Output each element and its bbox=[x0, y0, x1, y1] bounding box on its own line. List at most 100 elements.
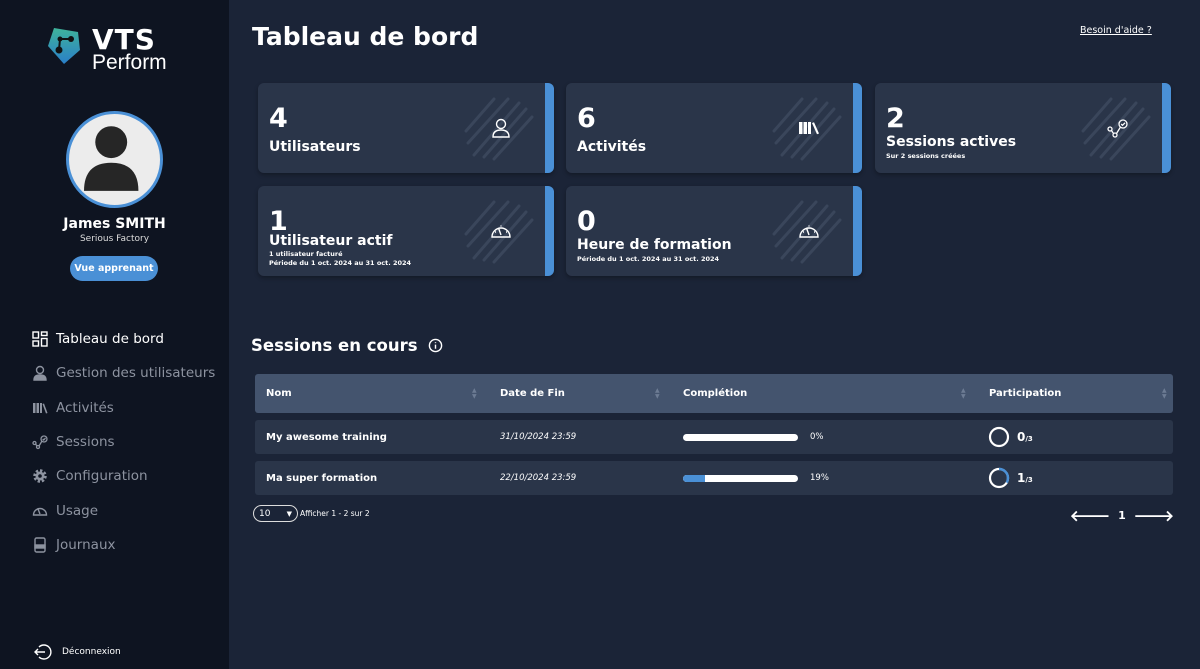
logout-label: Déconnexion bbox=[62, 647, 121, 657]
gauge-icon bbox=[491, 225, 511, 238]
sidebar-item-users[interactable]: Gestion des utilisateurs bbox=[32, 356, 215, 390]
page-title: Tableau de bord bbox=[252, 22, 479, 51]
table-header: Nom ▲ ▼ Date de Fin ▲ ▼ Complétion ▲ ▼ Part… bbox=[255, 374, 1173, 413]
showing-count: Afficher 1 - 2 sur 2 bbox=[300, 509, 370, 518]
participation-count: 0/3 bbox=[1017, 430, 1033, 444]
completion-percent: 0% bbox=[810, 432, 824, 442]
sessions-table: Nom ▲ ▼ Date de Fin ▲ ▼ Complétion ▲ ▼ Part… bbox=[255, 374, 1173, 495]
column-header-end-date[interactable]: Date de Fin bbox=[500, 374, 565, 413]
stat-label: Utilisateur actif bbox=[269, 233, 393, 249]
sidebar-item-label: Usage bbox=[56, 502, 99, 519]
sort-icon[interactable]: ▲ ▼ bbox=[472, 388, 478, 400]
learner-view-button[interactable]: Vue apprenant bbox=[70, 256, 158, 281]
dashboard-icon bbox=[32, 331, 48, 347]
stat-label: Heure de formation bbox=[577, 237, 732, 253]
sidebar-item-label: Gestion des utilisateurs bbox=[56, 365, 216, 382]
column-header-name[interactable]: Nom bbox=[266, 374, 292, 413]
stat-subtext: Sur 2 sessions créées bbox=[886, 152, 966, 160]
session-end-date: 31/10/2024 23:59 bbox=[500, 432, 577, 442]
logo-icon bbox=[48, 28, 80, 64]
stat-value: 4 bbox=[269, 103, 288, 134]
arrow-right-icon[interactable]: 🡒 bbox=[1134, 506, 1174, 525]
page-size-value: 10 bbox=[259, 508, 271, 519]
participation-ring bbox=[988, 467, 1010, 489]
info-icon[interactable] bbox=[428, 338, 443, 353]
sort-icon[interactable]: ▲ ▼ bbox=[961, 388, 967, 400]
stat-card-users[interactable]: 4 Utilisateurs bbox=[258, 83, 554, 173]
sidebar-item-usage[interactable]: Usage bbox=[32, 493, 215, 527]
sidebar-item-dashboard[interactable]: Tableau de bord bbox=[32, 322, 215, 356]
sidebar: VTS Perform James SMITH Serious Factory … bbox=[0, 0, 229, 669]
gauge-icon bbox=[32, 507, 48, 516]
user-name: James SMITH bbox=[63, 216, 166, 232]
stat-subtext: 1 utilisateur facturé bbox=[269, 250, 343, 258]
brand-subname: Perform bbox=[92, 51, 167, 74]
sessions-title-text: Sessions en cours bbox=[251, 336, 418, 355]
sort-icon[interactable]: ▲ ▼ bbox=[1162, 388, 1168, 400]
brand-name: VTS bbox=[92, 23, 156, 56]
column-header-participation[interactable]: Participation bbox=[989, 374, 1061, 413]
pagination-info: 10 ▼ Afficher 1 - 2 sur 2 bbox=[253, 505, 370, 522]
completion-cell: 0% bbox=[683, 420, 824, 454]
sidebar-item-sessions[interactable]: Sessions bbox=[32, 425, 215, 459]
page-size-select[interactable]: 10 ▼ bbox=[253, 505, 298, 522]
gear-icon bbox=[33, 469, 47, 484]
session-end-date: 22/10/2024 23:59 bbox=[500, 473, 577, 483]
stat-card-active-user[interactable]: 1 Utilisateur actif 1 utilisateur factur… bbox=[258, 186, 554, 276]
user-company: Serious Factory bbox=[79, 234, 150, 244]
caret-down-icon: ▼ bbox=[286, 509, 292, 518]
avatar[interactable] bbox=[66, 111, 163, 208]
completion-cell: 19% bbox=[683, 461, 829, 495]
stat-card-training-hours[interactable]: 0 Heure de formation Période du 1 oct. 2… bbox=[566, 186, 862, 276]
stat-value: 0 bbox=[577, 206, 596, 237]
route-check-icon bbox=[32, 435, 48, 450]
completion-progress-bar bbox=[683, 433, 798, 441]
sidebar-item-label: Sessions bbox=[56, 434, 115, 451]
session-name[interactable]: Ma super formation bbox=[266, 461, 377, 495]
arrow-left-icon[interactable]: 🡐 bbox=[1070, 506, 1110, 525]
sessions-title: Sessions en cours bbox=[251, 336, 443, 355]
logout-icon bbox=[34, 644, 52, 660]
route-check-icon bbox=[1107, 119, 1128, 138]
person-icon bbox=[84, 126, 139, 191]
stat-label: Activités bbox=[577, 139, 647, 155]
pagination: 🡐 1 🡒 bbox=[1070, 506, 1174, 525]
user-icon bbox=[492, 118, 510, 138]
sort-icon[interactable]: ▲ ▼ bbox=[655, 388, 661, 400]
stat-period: Période du 1 oct. 2024 au 31 oct. 2024 bbox=[577, 255, 720, 263]
sidebar-item-label: Configuration bbox=[56, 468, 148, 485]
sidebar-item-label: Journaux bbox=[56, 536, 116, 553]
library-icon bbox=[33, 402, 48, 414]
stat-period: Période du 1 oct. 2024 au 31 oct. 2024 bbox=[269, 259, 412, 267]
participation-ring bbox=[988, 426, 1010, 448]
page-number[interactable]: 1 bbox=[1118, 509, 1126, 522]
participation-count: 1/3 bbox=[1017, 471, 1033, 485]
sidebar-item-label: Activités bbox=[56, 399, 114, 416]
sidebar-item-activities[interactable]: Activités bbox=[32, 391, 215, 425]
stat-value: 6 bbox=[577, 103, 596, 134]
stat-value: 2 bbox=[886, 103, 905, 134]
sidebar-item-label: Tableau de bord bbox=[56, 331, 164, 348]
completion-progress-bar bbox=[683, 474, 798, 482]
gauge-icon bbox=[799, 225, 819, 238]
user-icon bbox=[33, 366, 47, 382]
logout-button[interactable]: Déconnexion bbox=[34, 643, 121, 661]
stat-card-activities[interactable]: 6 Activités bbox=[566, 83, 862, 173]
completion-percent: 19% bbox=[810, 473, 829, 483]
sidebar-nav: Tableau de bord Gestion des utilisateurs… bbox=[32, 322, 215, 562]
stat-card-active-sessions[interactable]: 2 Sessions actives Sur 2 sessions créées bbox=[875, 83, 1171, 173]
sidebar-item-logs[interactable]: Journaux bbox=[32, 528, 215, 562]
session-name[interactable]: My awesome training bbox=[266, 420, 387, 454]
log-icon bbox=[34, 537, 46, 553]
participation-cell: 1/3 bbox=[987, 461, 1033, 495]
help-link[interactable]: Besoin d'aide ? bbox=[1080, 25, 1152, 36]
column-header-completion[interactable]: Complétion bbox=[683, 374, 747, 413]
table-row[interactable]: Ma super formation 22/10/2024 23:59 19% … bbox=[255, 461, 1173, 495]
stat-label: Sessions actives bbox=[886, 134, 1017, 150]
stat-label: Utilisateurs bbox=[269, 139, 361, 155]
sidebar-item-configuration[interactable]: Configuration bbox=[32, 459, 215, 493]
library-icon bbox=[799, 122, 819, 135]
logo[interactable]: VTS Perform bbox=[46, 26, 167, 73]
participation-cell: 0/3 bbox=[987, 420, 1033, 454]
table-row[interactable]: My awesome training 31/10/2024 23:59 0% … bbox=[255, 420, 1173, 454]
